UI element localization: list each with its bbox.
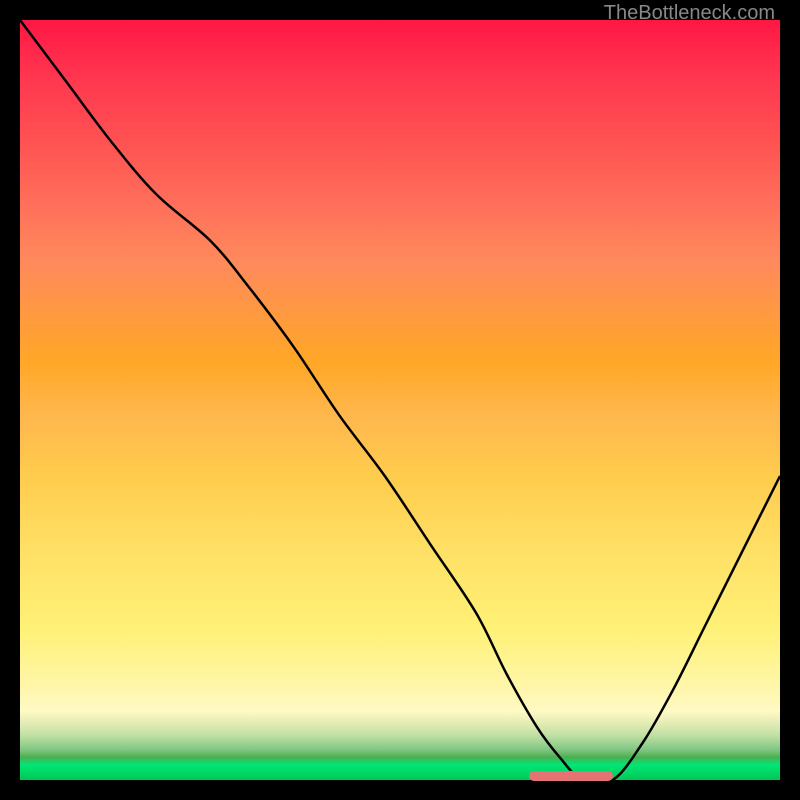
chart-container: TheBottleneck.com bbox=[0, 0, 800, 800]
optimal-range-marker bbox=[529, 771, 613, 781]
bottleneck-curve bbox=[20, 20, 780, 780]
watermark-text: TheBottleneck.com bbox=[604, 2, 775, 25]
plot-area bbox=[20, 20, 780, 780]
